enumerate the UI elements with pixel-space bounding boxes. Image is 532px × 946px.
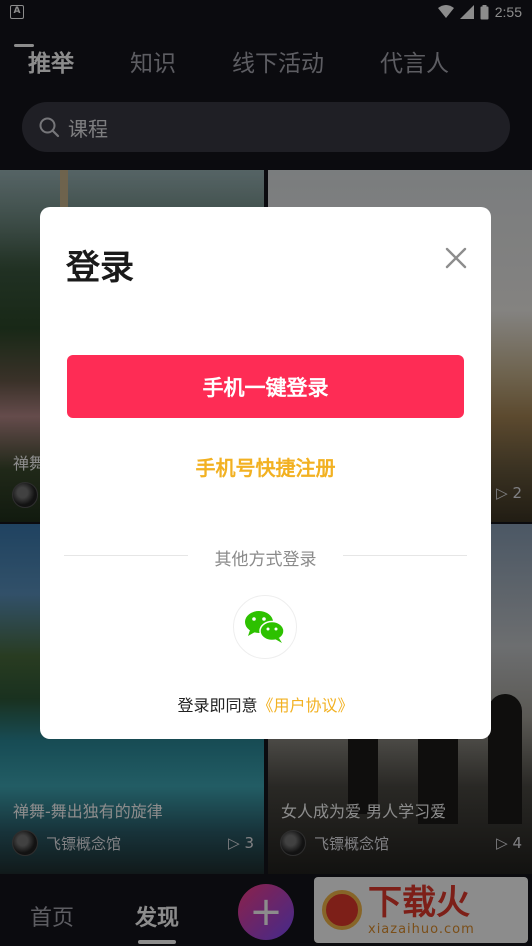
other-login-label: 其他方式登录 [214, 550, 317, 570]
wechat-icon [245, 611, 285, 643]
divider [343, 555, 467, 556]
one-click-login-button[interactable]: 手机一键登录 [67, 355, 464, 418]
agreement-text: 登录即同意《用户协议》 [177, 696, 354, 715]
quick-register-link[interactable]: 手机号快捷注册 [40, 452, 491, 481]
close-icon[interactable] [443, 245, 469, 271]
user-agreement-link[interactable]: 《用户协议》 [258, 696, 354, 715]
dialog-title: 登录 [66, 248, 134, 288]
login-dialog: 登录 手机一键登录 手机号快捷注册 其他方式登录 登录即同意《用户协议》 [40, 207, 491, 739]
wechat-login-button[interactable] [233, 595, 297, 659]
